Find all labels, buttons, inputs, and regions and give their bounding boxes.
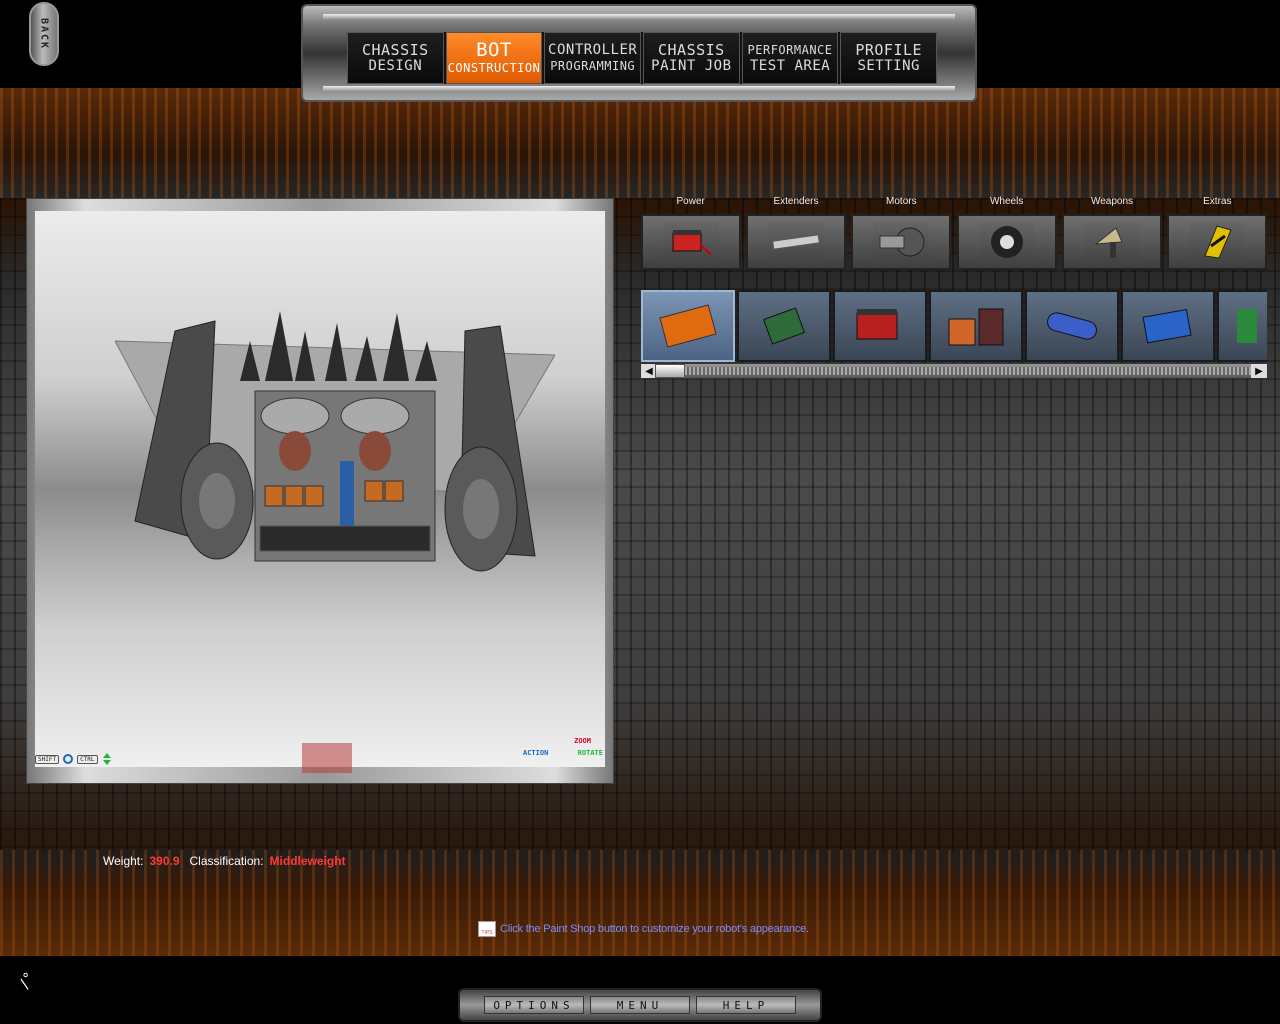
parts-strip xyxy=(641,290,1267,362)
viewport-control-hints: SHIFT CTRL xyxy=(35,753,113,765)
tab-chassis-design[interactable]: CHASSIS DESIGN xyxy=(347,32,444,84)
nav-tabs: CHASSIS DESIGN BOT CONSTRUCTION CONTROLL… xyxy=(347,32,938,84)
tab-label-line2: PROGRAMMING xyxy=(550,59,636,73)
category-label: Motors xyxy=(886,196,917,207)
scroll-track[interactable] xyxy=(657,367,1251,375)
category-extenders-button[interactable] xyxy=(745,214,846,270)
part-item[interactable] xyxy=(929,290,1023,362)
tab-profile-setting[interactable]: PROFILE SETTING xyxy=(840,32,938,84)
category-label: Power xyxy=(676,196,705,207)
tab-label-line2: CONSTRUCTION xyxy=(447,61,541,75)
blue-cell-icon xyxy=(1047,312,1097,340)
circuit-board-icon xyxy=(762,307,806,345)
help-button[interactable]: HELP xyxy=(696,996,796,1014)
blue-controller-icon xyxy=(1142,308,1192,344)
category-weapons[interactable]: Weapons xyxy=(1061,196,1162,272)
part-item[interactable] xyxy=(1025,290,1119,362)
category-label: Weapons xyxy=(1090,196,1134,207)
tab-label-line2: TEST AREA xyxy=(749,58,831,74)
nav-rail-top xyxy=(323,14,955,20)
category-label: Extras xyxy=(1203,196,1232,207)
mouse-controls-legend: ZOOM ACTION ROTATE xyxy=(523,737,603,765)
part-category-row: Power Extenders Motors Wheels Weapons Ex… xyxy=(640,196,1268,272)
menu-button[interactable]: MENU xyxy=(590,996,690,1014)
tab-label-line1: PERFORMANCE xyxy=(747,43,833,57)
tab-label-line1: CHASSIS xyxy=(361,41,429,59)
category-power-button[interactable] xyxy=(640,214,741,270)
tab-label-line1: CHASSIS xyxy=(657,41,725,59)
scroll-thumb[interactable] xyxy=(655,364,685,378)
zoom-label: ZOOM xyxy=(574,737,591,745)
ctrl-key-label: CTRL xyxy=(77,754,98,764)
tab-label-line1: PROFILE xyxy=(855,41,923,59)
weight-label: Weight: xyxy=(103,854,144,868)
robot-3d-viewport[interactable]: SHIFT CTRL ZOOM ACTION ROTATE xyxy=(35,211,605,773)
extender-bar-icon xyxy=(767,222,824,262)
robot-viewport-frame: SHIFT CTRL ZOOM ACTION ROTATE xyxy=(26,198,614,784)
motor-icon xyxy=(873,222,930,262)
category-motors[interactable]: Motors xyxy=(851,196,952,272)
tips-hint: TIPS Click the Paint Shop button to cust… xyxy=(478,921,809,937)
weapon-icon xyxy=(1083,222,1140,262)
part-item[interactable] xyxy=(833,290,927,362)
rotate-arrow-icon xyxy=(63,754,74,764)
circuit-strip-top xyxy=(0,88,1280,198)
parts-scrollbar[interactable]: ◀ ▶ xyxy=(640,363,1268,379)
tab-bot-construction[interactable]: BOT CONSTRUCTION xyxy=(445,32,543,84)
scroll-right-arrow-icon[interactable]: ▶ xyxy=(1251,364,1267,378)
robot-model[interactable] xyxy=(115,311,555,611)
orange-battery-pack-icon xyxy=(659,304,717,348)
classification-label: Classification: xyxy=(189,854,264,868)
bottom-nav-bar: OPTIONS MENU HELP xyxy=(458,988,822,1022)
shift-key-label: SHIFT xyxy=(35,754,60,764)
nav-rail-bottom xyxy=(323,86,955,92)
extras-icon xyxy=(1189,222,1246,262)
category-label: Extenders xyxy=(773,196,819,207)
classification-value: Middleweight xyxy=(269,854,346,868)
top-nav-bar: CHASSIS DESIGN BOT CONSTRUCTION CONTROLL… xyxy=(301,4,977,102)
rotate-label: ROTATE xyxy=(577,749,603,757)
category-wheels-button[interactable] xyxy=(956,214,1057,270)
battery-icon xyxy=(662,222,719,262)
part-item[interactable] xyxy=(1121,290,1215,362)
tab-label-line1: CONTROLLER xyxy=(548,42,638,58)
robot-stats: Weight: 390.9 Classification: Middleweig… xyxy=(103,854,350,868)
red-battery-icon xyxy=(856,309,898,340)
category-weapons-button[interactable] xyxy=(1061,214,1162,270)
tab-chassis-paint-job[interactable]: CHASSIS PAINT JOB xyxy=(643,32,740,84)
wheel-icon xyxy=(978,222,1035,262)
tab-label-line2: SETTING xyxy=(857,58,920,74)
paint-shop-thumbnail[interactable] xyxy=(302,743,352,773)
category-extras[interactable]: Extras xyxy=(1167,196,1268,272)
tab-label-line2: PAINT JOB xyxy=(651,58,732,74)
category-motors-button[interactable] xyxy=(851,214,952,270)
part-item[interactable] xyxy=(1217,290,1267,362)
part-item[interactable] xyxy=(737,290,831,362)
tips-label: TIPS xyxy=(481,930,493,936)
tab-label-line1: BOT xyxy=(476,39,512,61)
corner-degree-glyph: /° xyxy=(16,969,39,992)
vertical-arrow-icon xyxy=(102,753,111,765)
tab-controller-programming[interactable]: CONTROLLER PROGRAMMING xyxy=(544,32,642,84)
hint-text: Click the Paint Shop button to customize… xyxy=(500,923,809,935)
category-extenders[interactable]: Extenders xyxy=(745,196,846,272)
options-button[interactable]: OPTIONS xyxy=(484,996,584,1014)
category-power[interactable]: Power xyxy=(640,196,741,272)
category-label: Wheels xyxy=(989,196,1024,207)
green-part-icon xyxy=(1237,309,1257,343)
back-button[interactable]: BACK xyxy=(29,2,59,66)
category-extras-button[interactable] xyxy=(1167,214,1268,270)
action-label: ACTION xyxy=(523,749,549,757)
battery-cells-icon xyxy=(948,308,1004,346)
tab-performance-test-area[interactable]: PERFORMANCE TEST AREA xyxy=(741,32,839,84)
weight-value: 390.9 xyxy=(149,854,180,868)
category-wheels[interactable]: Wheels xyxy=(956,196,1057,272)
part-item[interactable] xyxy=(641,290,735,362)
tips-icon: TIPS xyxy=(478,921,496,937)
tab-label-line2: DESIGN xyxy=(368,58,423,74)
